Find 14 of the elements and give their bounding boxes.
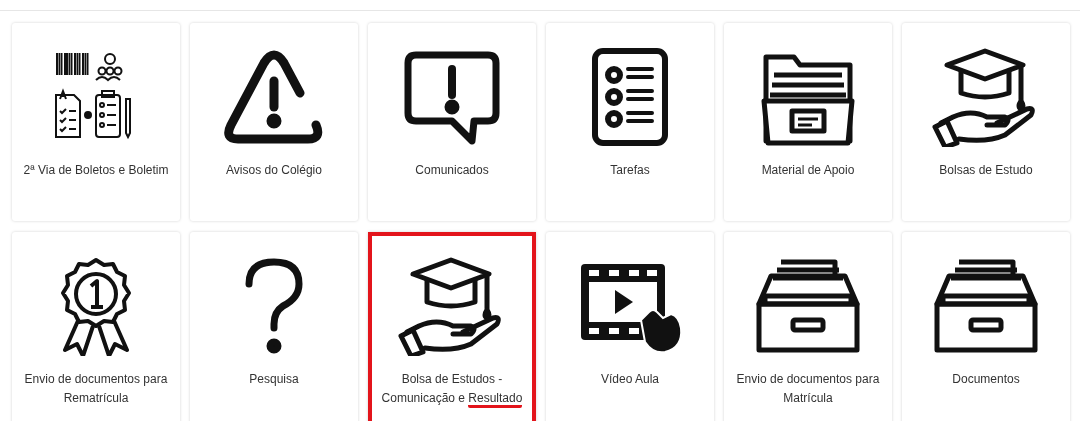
tile-label: Tarefas bbox=[609, 162, 651, 179]
tile-label: Envio de documentos para Matrícula bbox=[735, 371, 881, 407]
menu-tile[interactable]: Bolsa de Estudos - Comunicação e Resultado bbox=[368, 232, 536, 421]
checklist-icon bbox=[590, 47, 670, 147]
tile-label: Material de Apoio bbox=[760, 162, 856, 179]
tile-label: 2ª Via de Boletos e Boletim bbox=[22, 162, 170, 179]
tile-label: Comunicados bbox=[414, 162, 490, 179]
tile-label: Documentos bbox=[951, 371, 1021, 388]
tile-label: Vídeo Aula bbox=[599, 371, 661, 388]
tile-label: Bolsa de Estudos - Comunicação e Resultado bbox=[368, 370, 536, 408]
tile-label: Bolsas de Estudo bbox=[938, 162, 1034, 179]
tile-label: Pesquisa bbox=[248, 371, 300, 388]
tile-label: Avisos do Colégio bbox=[225, 162, 323, 179]
tile-label: Envio de documentos para Rematrícula bbox=[23, 371, 169, 407]
